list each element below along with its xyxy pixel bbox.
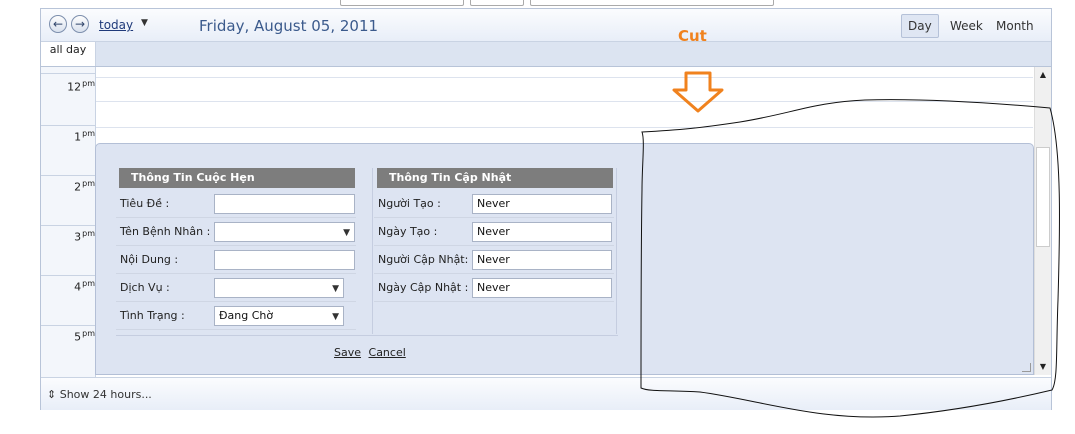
arrow-left-icon: ← bbox=[52, 17, 64, 31]
show-24-hours-link[interactable]: ⇕ Show 24 hours... bbox=[47, 388, 152, 401]
slot-line bbox=[96, 77, 1033, 78]
form-divider bbox=[116, 335, 618, 336]
top-input-3[interactable] bbox=[530, 0, 774, 6]
field-label: Tiêu Đề : bbox=[120, 197, 170, 210]
allday-label: all day bbox=[41, 42, 96, 66]
form-row: Nội Dung : bbox=[116, 247, 356, 274]
page-title: Friday, August 05, 2011 bbox=[199, 17, 379, 35]
vertical-scrollbar[interactable] bbox=[1034, 67, 1051, 375]
hour-label: 3pm bbox=[74, 229, 95, 244]
title-input[interactable] bbox=[214, 194, 355, 214]
slot-line bbox=[96, 101, 1033, 102]
created-date-field[interactable]: Never bbox=[472, 222, 612, 242]
slot-line bbox=[96, 127, 1033, 128]
hour-divider bbox=[41, 325, 95, 326]
tab-month[interactable]: Month bbox=[989, 14, 1041, 38]
patient-name-select[interactable]: ▼ bbox=[214, 222, 355, 242]
service-select[interactable]: ▼ bbox=[214, 278, 344, 298]
field-label: Tình Trạng : bbox=[120, 309, 185, 322]
expand-icon: ⇕ bbox=[47, 388, 57, 401]
form-row: Người Tạo : Never bbox=[374, 191, 614, 218]
arrow-right-icon: → bbox=[74, 17, 86, 31]
scrollbar-thumb[interactable] bbox=[1036, 147, 1050, 247]
tab-day[interactable]: Day bbox=[901, 14, 939, 38]
cancel-button[interactable]: Cancel bbox=[369, 346, 406, 359]
form-row: Dịch Vụ : ▼ bbox=[116, 275, 356, 302]
hour-divider bbox=[41, 175, 95, 176]
chevron-down-icon: ▼ bbox=[332, 284, 339, 294]
form-row: Ngày Tạo : Never bbox=[374, 219, 614, 246]
resize-handle[interactable] bbox=[1022, 363, 1031, 372]
top-input-2[interactable] bbox=[470, 0, 524, 6]
section-header-appointment: Thông Tin Cuộc Hẹn bbox=[119, 168, 355, 188]
today-link[interactable]: today bbox=[99, 18, 133, 32]
chevron-down-icon: ▼ bbox=[343, 228, 350, 238]
form-row: Tên Bệnh Nhân : ▼ bbox=[116, 219, 356, 246]
form-row: Người Cập Nhật: Never bbox=[374, 247, 614, 274]
scroll-down-icon[interactable]: ▼ bbox=[1035, 360, 1051, 374]
form-actions: Save Cancel bbox=[334, 346, 410, 359]
section-divider bbox=[616, 168, 617, 334]
prev-day-button[interactable]: ← bbox=[49, 15, 67, 33]
hour-divider bbox=[41, 125, 95, 126]
field-label: Người Cập Nhật: bbox=[378, 253, 469, 266]
hour-label: 5pm bbox=[74, 329, 95, 344]
hour-column: 12pm 1pm 2pm 3pm 4pm 5pm bbox=[41, 67, 96, 385]
section-header-update: Thông Tin Cập Nhật bbox=[377, 168, 613, 188]
chevron-down-icon[interactable]: ▼ bbox=[141, 18, 148, 28]
form-row: Ngày Cập Nhật : Never bbox=[374, 275, 614, 302]
hour-divider bbox=[41, 275, 95, 276]
hour-label: 12pm bbox=[67, 79, 95, 94]
save-button[interactable]: Save bbox=[334, 346, 361, 359]
updated-date-field[interactable]: Never bbox=[472, 278, 612, 298]
hour-label: 2pm bbox=[74, 179, 95, 194]
tab-week[interactable]: Week bbox=[943, 14, 990, 38]
calendar-toolbar: ← → today ▼ Friday, August 05, 2011 Day … bbox=[41, 9, 1051, 42]
content-input[interactable] bbox=[214, 250, 355, 270]
hour-label: 4pm bbox=[74, 279, 95, 294]
appointment-form: Thông Tin Cuộc Hẹn Thông Tin Cập Nhật Ti… bbox=[95, 143, 1034, 375]
form-row: Tình Trạng : Đang Chờ ▼ bbox=[116, 303, 356, 330]
hour-divider bbox=[41, 73, 95, 74]
top-input-1[interactable] bbox=[340, 0, 464, 6]
hour-label: 1pm bbox=[74, 129, 95, 144]
form-row: Tiêu Đề : bbox=[116, 191, 356, 218]
field-label: Người Tạo : bbox=[378, 197, 441, 210]
field-label: Ngày Cập Nhật : bbox=[378, 281, 469, 294]
chevron-down-icon: ▼ bbox=[332, 312, 339, 322]
field-label: Dịch Vụ : bbox=[120, 281, 170, 294]
status-select[interactable]: Đang Chờ ▼ bbox=[214, 306, 344, 326]
next-day-button[interactable]: → bbox=[71, 15, 89, 33]
allday-row[interactable]: all day bbox=[41, 42, 1051, 67]
section-divider bbox=[372, 168, 373, 334]
created-by-field[interactable]: Never bbox=[472, 194, 612, 214]
calendar-footer: ⇕ Show 24 hours... bbox=[41, 377, 1051, 410]
updated-by-field[interactable]: Never bbox=[472, 250, 612, 270]
scroll-up-icon[interactable]: ▲ bbox=[1035, 68, 1051, 82]
cut-annotation-label: Cut bbox=[678, 27, 707, 45]
hour-divider bbox=[41, 225, 95, 226]
field-label: Nội Dung : bbox=[120, 253, 179, 266]
field-label: Tên Bệnh Nhân : bbox=[120, 225, 211, 238]
field-label: Ngày Tạo : bbox=[378, 225, 438, 238]
